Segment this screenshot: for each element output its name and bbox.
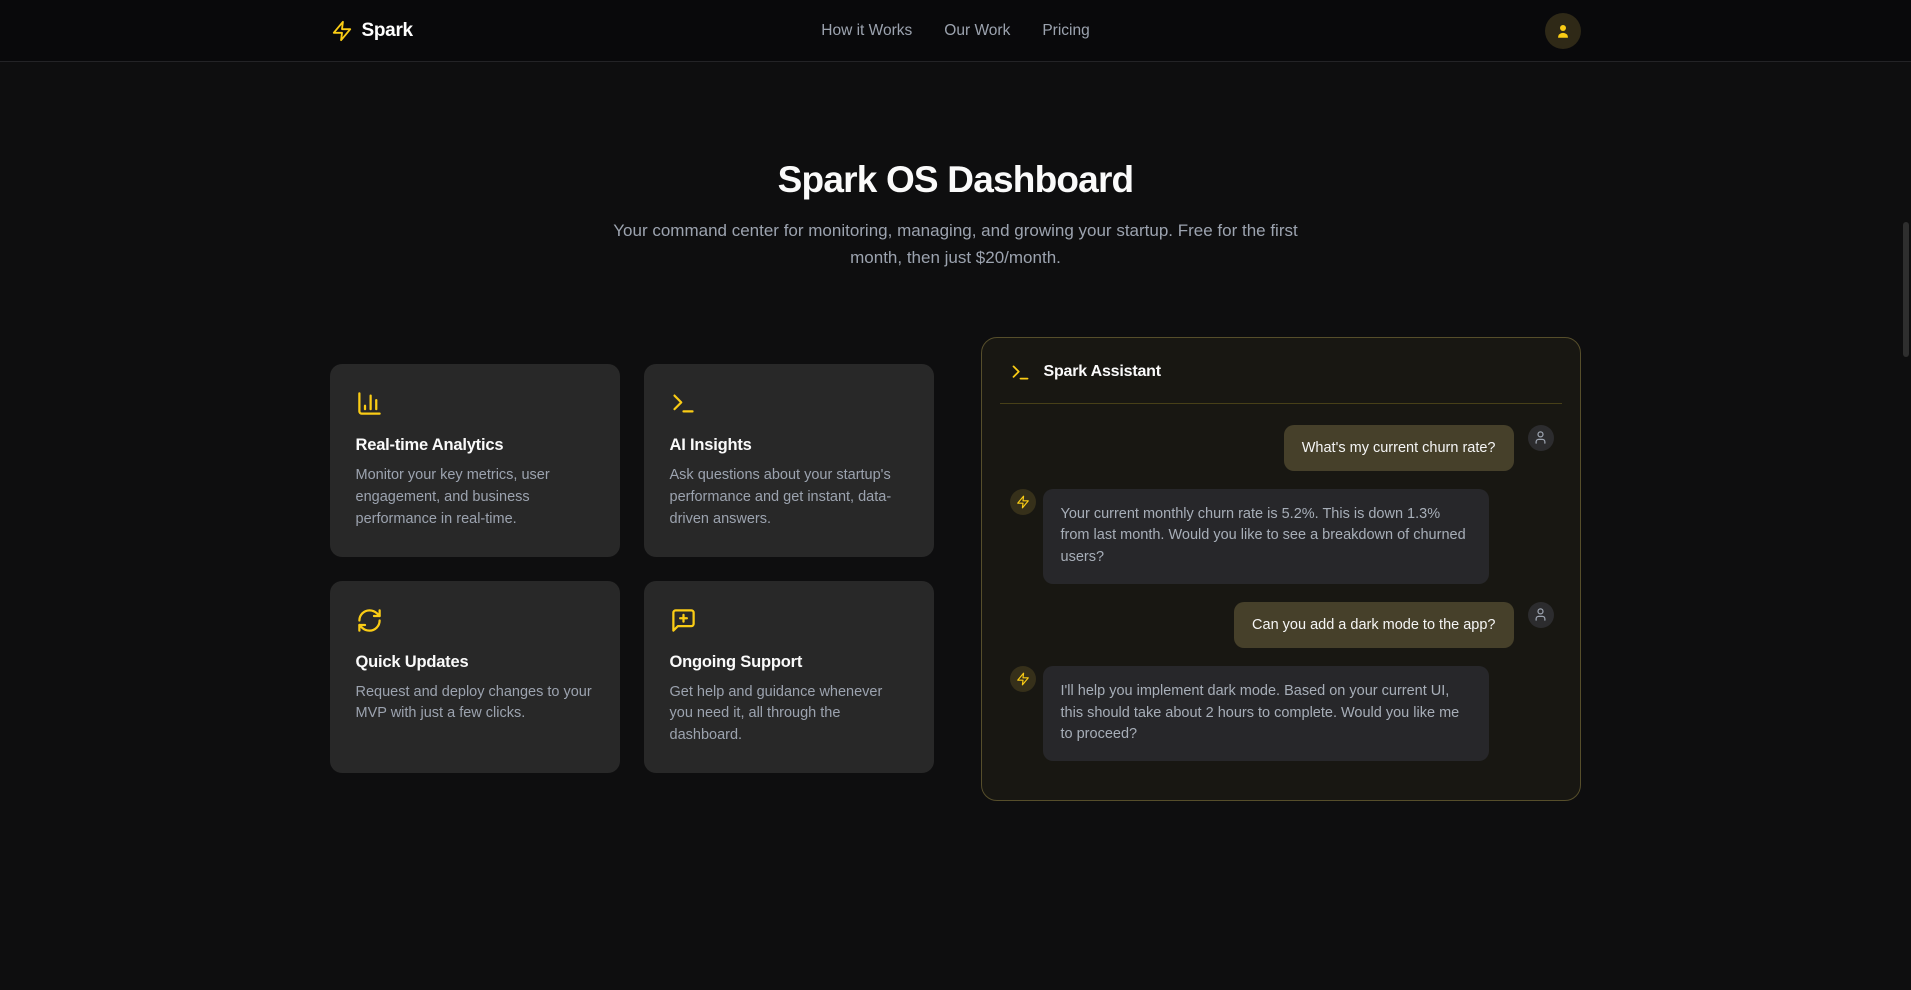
spark-assistant-panel: Spark Assistant What's my current churn … <box>981 337 1581 801</box>
feature-card-realtime-analytics: Real-time Analytics Monitor your key met… <box>330 364 620 556</box>
navbar: Spark How it Works Our Work Pricing <box>0 0 1911 62</box>
spark-zap-icon <box>331 20 353 42</box>
terminal-icon <box>1010 362 1031 383</box>
chat-message-assistant: I'll help you implement dark mode. Based… <box>1010 666 1554 761</box>
scrollbar[interactable] <box>1903 222 1909 357</box>
zap-icon <box>1016 672 1030 686</box>
chat-message-user: Can you add a dark mode to the app? <box>1010 602 1554 648</box>
hero-subtitle: Your command center for monitoring, mana… <box>611 218 1301 272</box>
user-avatar <box>1528 425 1554 451</box>
feature-description: Monitor your key metrics, user engagemen… <box>356 465 594 530</box>
feature-description: Get help and guidance whenever you need … <box>670 682 908 747</box>
feature-card-quick-updates: Quick Updates Request and deploy changes… <box>330 581 620 773</box>
refresh-icon <box>356 607 594 634</box>
feature-description: Request and deploy changes to your MVP w… <box>356 682 594 726</box>
nav-link-pricing[interactable]: Pricing <box>1042 22 1089 40</box>
user-icon <box>1533 430 1548 445</box>
brand-logo[interactable]: Spark <box>331 20 822 42</box>
assistant-avatar <box>1010 666 1036 692</box>
user-icon <box>1554 22 1572 40</box>
chat-message-user: What's my current churn rate? <box>1010 425 1554 471</box>
assistant-message-bubble: I'll help you implement dark mode. Based… <box>1043 666 1489 761</box>
nav-links: How it Works Our Work Pricing <box>821 22 1089 40</box>
chat-messages: What's my current churn rate? Your curre… <box>982 404 1580 792</box>
hero-section: Spark OS Dashboard Your command center f… <box>0 159 1911 272</box>
assistant-avatar <box>1010 489 1036 515</box>
message-square-plus-icon <box>670 607 908 634</box>
user-message-bubble: What's my current churn rate? <box>1284 425 1514 471</box>
feature-description: Ask questions about your startup's perfo… <box>670 465 908 530</box>
feature-title: Quick Updates <box>356 653 594 672</box>
feature-title: AI Insights <box>670 436 908 455</box>
page-title: Spark OS Dashboard <box>0 159 1911 201</box>
feature-card-ai-insights: AI Insights Ask questions about your sta… <box>644 364 934 556</box>
feature-title: Real-time Analytics <box>356 436 594 455</box>
account-avatar-button[interactable] <box>1545 13 1581 49</box>
zap-icon <box>1016 495 1030 509</box>
brand-name: Spark <box>362 20 413 42</box>
user-avatar <box>1528 602 1554 628</box>
feature-card-ongoing-support: Ongoing Support Get help and guidance wh… <box>644 581 934 773</box>
chat-message-assistant: Your current monthly churn rate is 5.2%.… <box>1010 489 1554 584</box>
nav-link-how-it-works[interactable]: How it Works <box>821 22 912 40</box>
feature-title: Ongoing Support <box>670 653 908 672</box>
chart-column-icon <box>356 390 594 417</box>
assistant-panel-title: Spark Assistant <box>1044 363 1161 381</box>
terminal-icon <box>670 390 908 417</box>
assistant-message-bubble: Your current monthly churn rate is 5.2%.… <box>1043 489 1489 584</box>
nav-link-our-work[interactable]: Our Work <box>944 22 1010 40</box>
user-icon <box>1533 607 1548 622</box>
user-message-bubble: Can you add a dark mode to the app? <box>1234 602 1513 648</box>
features-grid: Real-time Analytics Monitor your key met… <box>330 364 934 773</box>
